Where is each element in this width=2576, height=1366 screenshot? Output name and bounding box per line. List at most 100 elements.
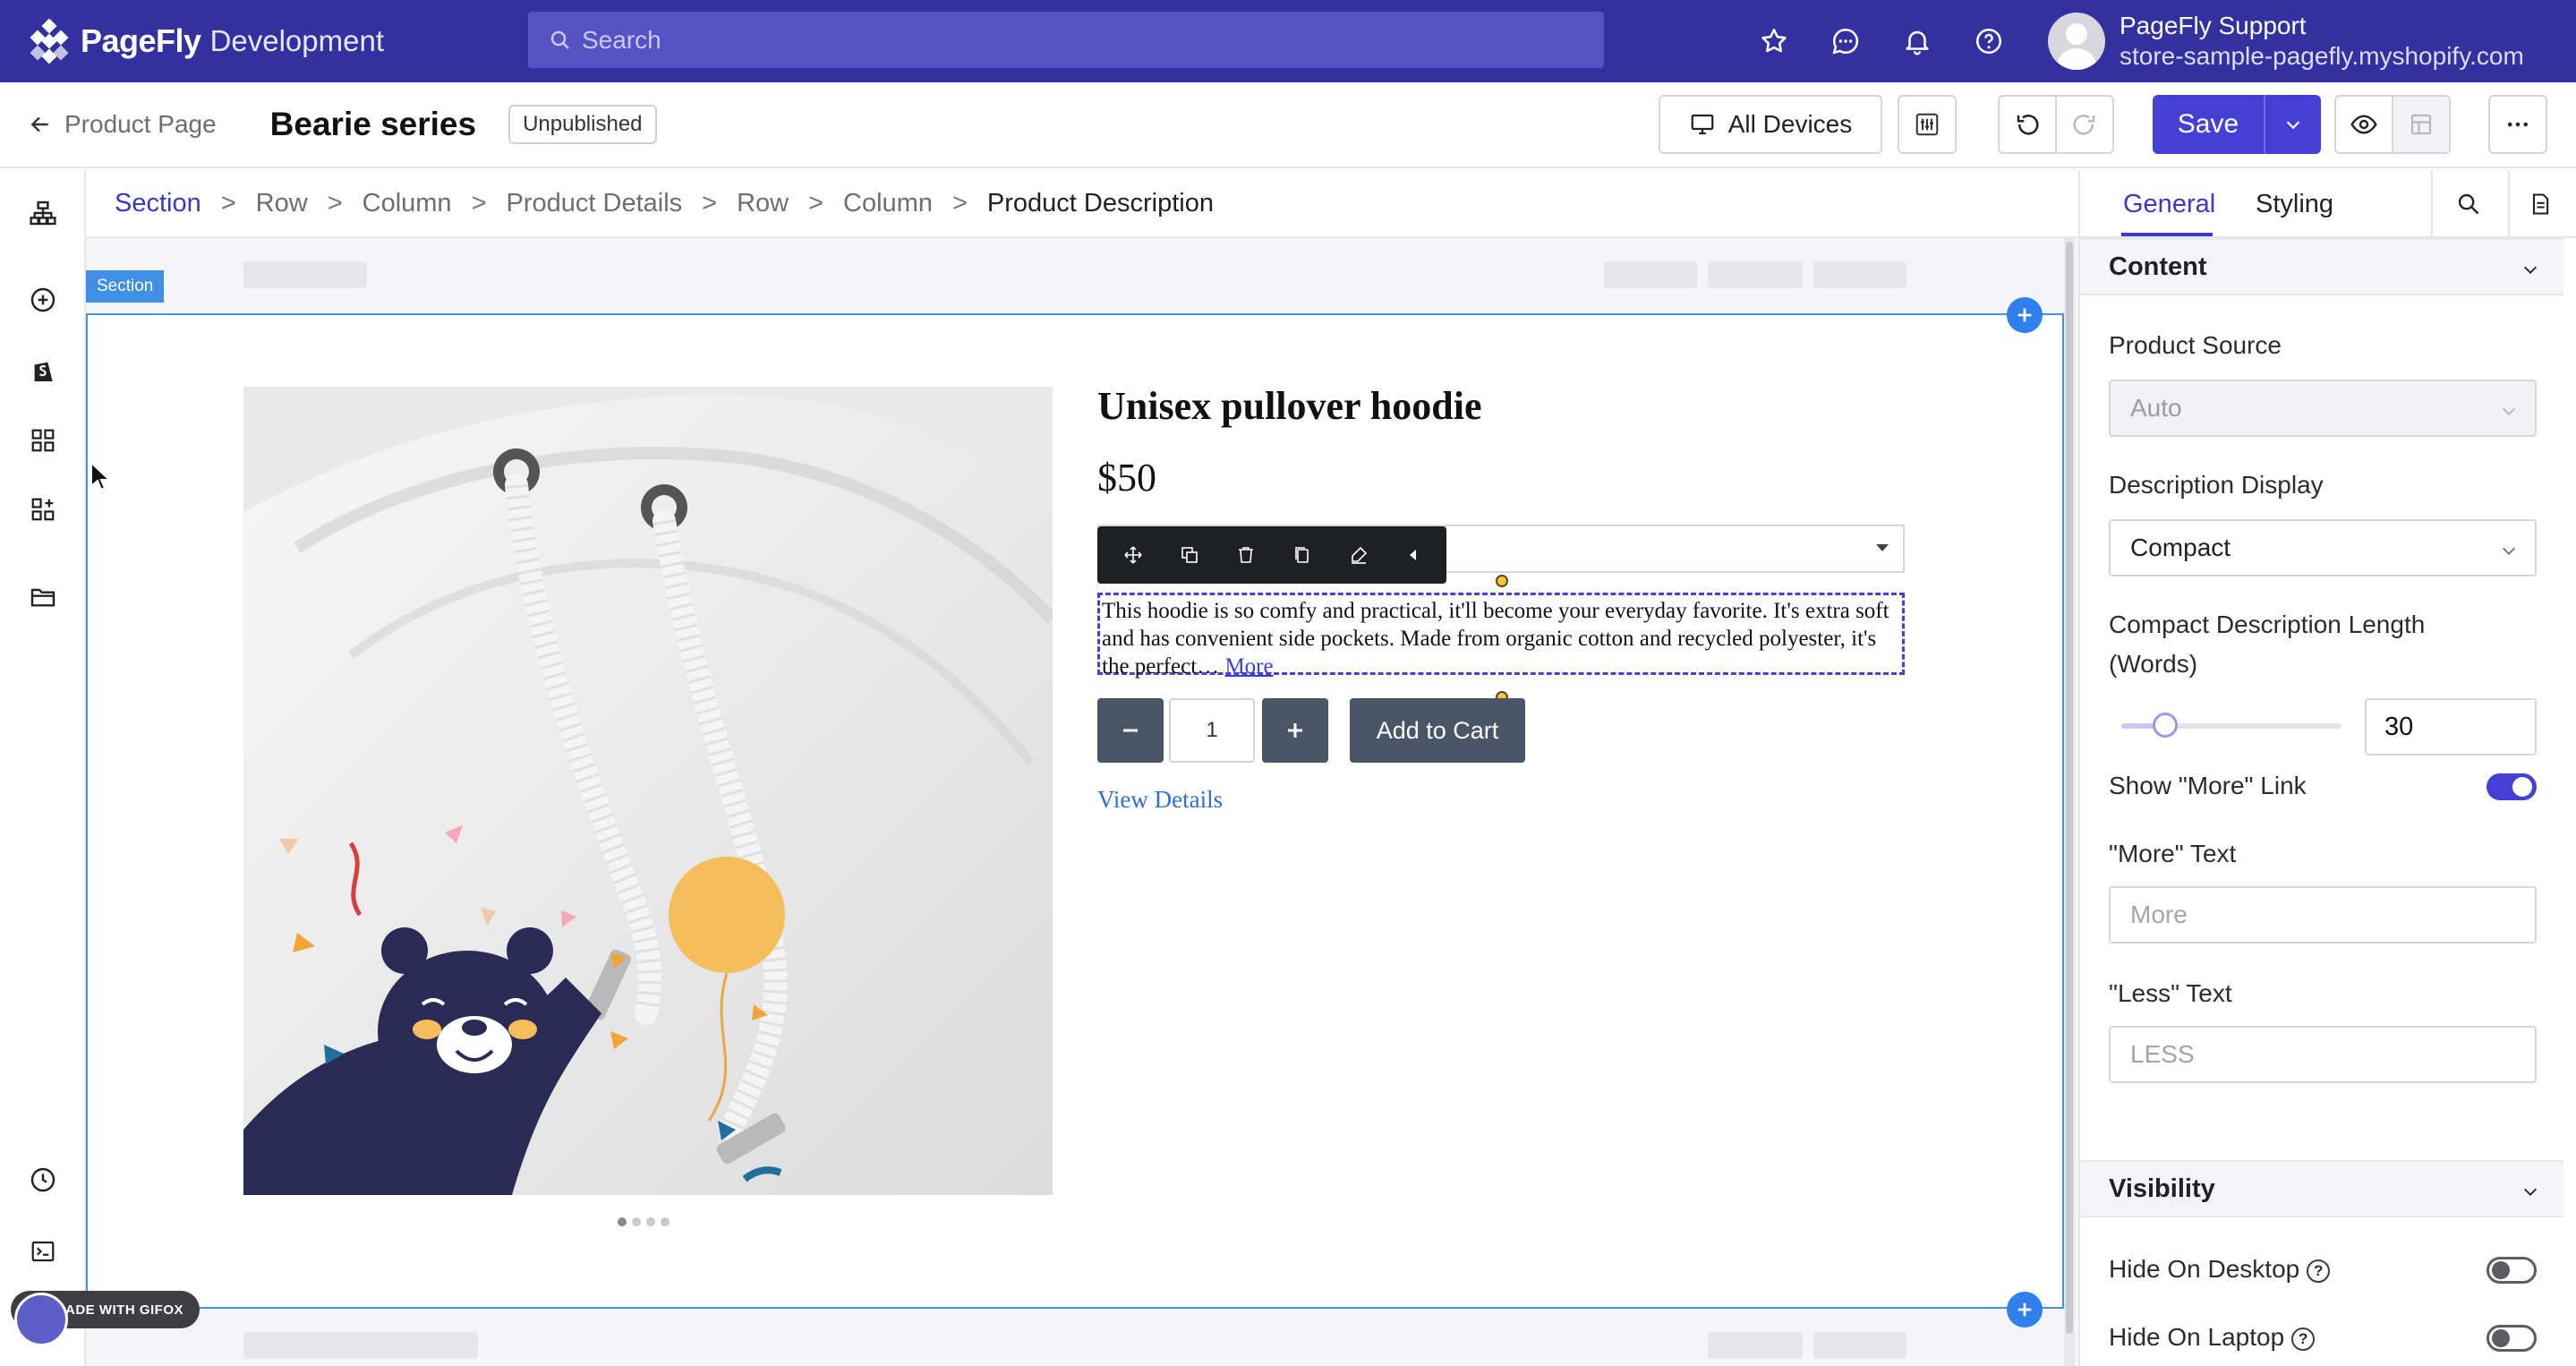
- breadcrumb-item-product-description: Product Description: [986, 188, 1214, 218]
- trash-icon[interactable]: [1235, 544, 1257, 566]
- bell-icon[interactable]: [1898, 21, 1937, 61]
- placeholder-block: [243, 1332, 478, 1359]
- pagefly-logo-icon: [29, 18, 70, 64]
- minus-icon: [1123, 729, 1138, 732]
- avatar: [14, 1293, 68, 1346]
- preview-button[interactable]: [2334, 95, 2393, 154]
- undo-icon: [2017, 115, 2039, 135]
- more-link[interactable]: More: [1224, 654, 1273, 679]
- copy-icon[interactable]: [1292, 544, 1313, 566]
- help-icon[interactable]: [1969, 21, 2009, 61]
- more-options-button[interactable]: [2488, 95, 2547, 154]
- section-tag[interactable]: Section: [86, 270, 165, 303]
- save-button[interactable]: Save: [2153, 95, 2321, 154]
- folder-icon[interactable]: [23, 577, 63, 617]
- hide-desktop-toggle[interactable]: [2486, 1257, 2537, 1284]
- publish-icon: [2410, 114, 2432, 135]
- compact-length-slider[interactable]: [2121, 713, 2341, 738]
- breadcrumb-item-row[interactable]: Row: [737, 189, 789, 218]
- search-icon[interactable]: [2449, 184, 2488, 224]
- chevron-right-icon: >: [220, 188, 236, 218]
- view-details-link[interactable]: View Details: [1097, 786, 1223, 814]
- grid-icon[interactable]: [23, 421, 63, 460]
- content-group-header[interactable]: Content: [2080, 238, 2563, 295]
- tab-general[interactable]: General: [2123, 190, 2215, 219]
- breadcrumb-item-column[interactable]: Column: [363, 189, 452, 218]
- resize-handle[interactable]: [1496, 575, 1508, 587]
- help-icon[interactable]: ?: [2291, 1327, 2316, 1351]
- show-more-toggle[interactable]: [2486, 773, 2537, 800]
- chevron-right-icon: >: [471, 188, 487, 218]
- panel-tabs: General Styling: [2080, 170, 2576, 238]
- back-button[interactable]: Product Page: [29, 110, 217, 139]
- breadcrumb-item-column[interactable]: Column: [843, 189, 933, 218]
- description-display-value: Compact: [2130, 534, 2231, 561]
- apps-add-icon[interactable]: [23, 490, 63, 529]
- breadcrumb-item-section[interactable]: Section: [115, 189, 201, 218]
- compact-length-input[interactable]: 30: [2365, 698, 2537, 756]
- placeholder-block: [1708, 1332, 1803, 1359]
- more-text-input[interactable]: [2109, 886, 2537, 943]
- pagefly-logo[interactable]: PageFly Development: [29, 18, 384, 64]
- document-icon[interactable]: [2521, 184, 2560, 224]
- placeholder-block: [1604, 261, 1697, 288]
- user-menu[interactable]: PageFly Support store-sample-pagefly.mys…: [2048, 11, 2524, 72]
- description-display-select[interactable]: Compact: [2109, 519, 2537, 576]
- redo-icon: [2073, 115, 2095, 135]
- shopify-icon[interactable]: [23, 351, 63, 390]
- add-section-below-button[interactable]: [2007, 1292, 2043, 1328]
- duplicate-icon[interactable]: [1179, 544, 1200, 566]
- chevron-right-icon: >: [702, 188, 718, 218]
- hide-laptop-toggle[interactable]: [2486, 1325, 2537, 1352]
- brand-name: PageFly: [81, 22, 201, 59]
- history-icon[interactable]: [23, 1160, 63, 1200]
- save-options-button[interactable]: [2264, 95, 2321, 154]
- tab-styling[interactable]: Styling: [2256, 190, 2333, 219]
- visibility-group-header[interactable]: Visibility: [2080, 1160, 2563, 1217]
- canvas-scrollbar[interactable]: [2064, 238, 2075, 1366]
- move-icon[interactable]: [1122, 544, 1144, 566]
- plus-icon: [2017, 308, 2032, 322]
- add-section-above-button[interactable]: [2007, 297, 2043, 333]
- global-search[interactable]: Search: [528, 12, 1604, 68]
- paint-brush-icon[interactable]: [1348, 544, 1369, 566]
- image-carousel-dots[interactable]: [618, 1217, 670, 1226]
- placeholder-block: [1813, 261, 1906, 288]
- redo-button[interactable]: [2055, 95, 2114, 154]
- device-selector[interactable]: All Devices: [1659, 95, 1882, 154]
- description-display-label: Description Display: [2109, 471, 2324, 499]
- caret-left-icon[interactable]: [1404, 546, 1422, 564]
- less-text-input[interactable]: [2109, 1026, 2537, 1083]
- layers-icon[interactable]: [23, 193, 63, 233]
- chevron-right-icon: >: [951, 188, 968, 218]
- search-icon: [550, 30, 569, 49]
- terminal-icon[interactable]: [23, 1232, 63, 1271]
- placeholder-block: [1708, 261, 1803, 288]
- mouse-cursor-icon: [90, 461, 111, 491]
- status-badge: Unpublished: [508, 105, 657, 144]
- hide-laptop-row: Hide On Laptop?: [2109, 1318, 2316, 1357]
- add-to-cart-button[interactable]: Add to Cart: [1350, 698, 1525, 763]
- quantity-increase-button[interactable]: [1262, 698, 1328, 763]
- product-description[interactable]: This hoodie is so comfy and practical, i…: [1097, 593, 1905, 679]
- product-source-label: Product Source: [2109, 331, 2282, 359]
- chevron-down-icon: [2502, 407, 2516, 415]
- product-title: Unisex pullover hoodie: [1097, 384, 1482, 428]
- page-settings-button[interactable]: [1898, 95, 1957, 154]
- product-price: $50: [1097, 456, 1156, 499]
- product-image[interactable]: [243, 387, 1053, 1195]
- quantity-input[interactable]: 1: [1169, 698, 1255, 763]
- publish-button[interactable]: [2392, 95, 2451, 154]
- star-icon[interactable]: [1754, 21, 1794, 61]
- add-element-icon[interactable]: [23, 280, 63, 320]
- breadcrumb-item-row[interactable]: Row: [256, 189, 308, 218]
- quantity-decrease-button[interactable]: [1097, 698, 1164, 763]
- product-source-select: Auto: [2109, 380, 2537, 437]
- chat-icon[interactable]: [1826, 21, 1865, 61]
- slider-thumb[interactable]: [2153, 713, 2179, 738]
- eye-icon: [2350, 115, 2377, 134]
- undo-button[interactable]: [1998, 95, 2057, 154]
- breadcrumb-item-product-details[interactable]: Product Details: [507, 189, 683, 218]
- help-icon[interactable]: ?: [2307, 1259, 2331, 1283]
- top-bar: PageFly Development Search PageFly Suppo…: [0, 0, 2576, 82]
